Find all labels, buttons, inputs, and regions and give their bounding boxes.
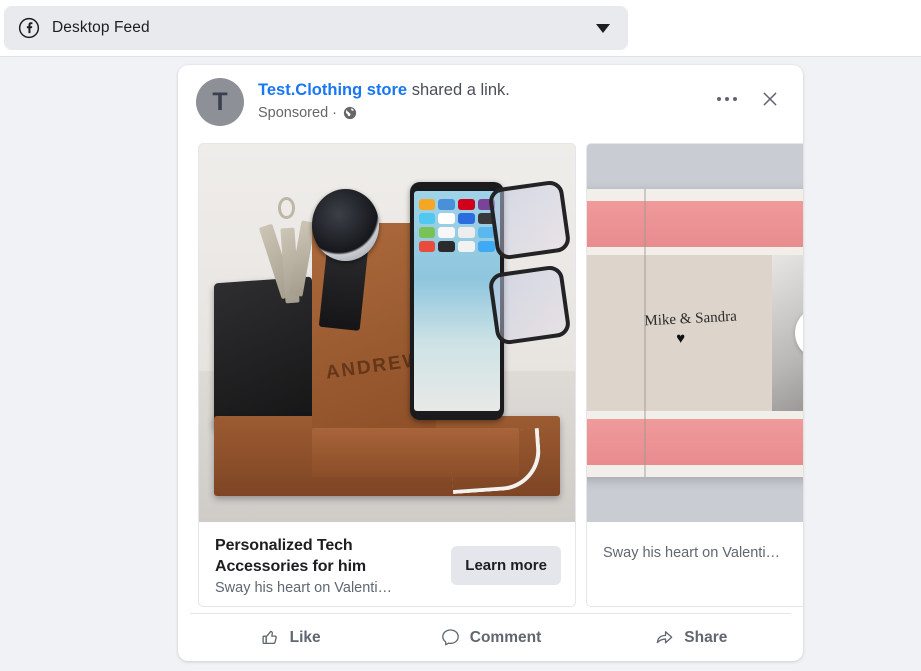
heart-icon: ♥: [676, 329, 686, 347]
facebook-logo-icon: [18, 17, 40, 39]
ellipsis-dot: [732, 96, 737, 102]
ad-headline-row: Test.Clothing store shared a link.: [258, 80, 713, 101]
placement-label: Desktop Feed: [52, 19, 150, 36]
like-button[interactable]: Like: [190, 619, 390, 657]
ellipsis-dot: [716, 96, 721, 102]
close-icon[interactable]: [759, 88, 781, 110]
glasses-object: [487, 178, 573, 367]
carousel-card-title: Personalized Tech Accessories for him: [215, 536, 367, 575]
carousel-track[interactable]: ANDREW Personalized Tech Accessories for…: [198, 143, 803, 607]
sponsored-label: Sponsored: [258, 105, 329, 121]
avatar[interactable]: T: [196, 78, 244, 126]
ad-preview-card: T Test.Clothing store shared a link. Spo…: [178, 65, 803, 661]
ad-header-actions: [713, 78, 790, 110]
product-image-photo-book[interactable]: Mike & Sandra ♥: [587, 144, 803, 522]
like-label: Like: [289, 628, 321, 646]
carousel-card[interactable]: Mike & Sandra ♥ Sway his heart on Valent…: [586, 143, 803, 607]
comment-label: Comment: [469, 628, 542, 646]
learn-more-button[interactable]: Learn more: [451, 545, 561, 585]
share-button[interactable]: Share: [591, 619, 791, 657]
comment-button[interactable]: Comment: [390, 619, 590, 657]
share-label: Share: [684, 628, 728, 646]
carousel-card-caption: Sway his heart on Valenti…: [587, 522, 803, 606]
page-name-link[interactable]: Test.Clothing store: [258, 81, 407, 99]
carousel-card-caption: Personalized Tech Accessories for him Sw…: [199, 522, 575, 606]
share-arrow-icon: [656, 631, 673, 644]
watch-object: [311, 189, 380, 262]
shared-a-link-text: shared a link.: [407, 81, 510, 99]
carousel-card[interactable]: ANDREW Personalized Tech Accessories for…: [198, 143, 576, 607]
ellipsis-dot: [724, 96, 729, 102]
phone-object: [409, 181, 504, 420]
placement-selector[interactable]: Desktop Feed: [4, 6, 628, 50]
chevron-down-icon[interactable]: [596, 23, 610, 33]
photo-book-names: Mike & Sandra: [643, 308, 737, 330]
carousel-card-description: Sway his heart on Valenti…: [603, 545, 781, 561]
product-image-docking-station[interactable]: ANDREW: [199, 144, 575, 522]
more-options-button[interactable]: [713, 93, 742, 106]
sponsored-row: Sponsored ·: [258, 105, 713, 121]
carousel-card-description: Sway his heart on Valenti…: [215, 579, 393, 596]
keys-object: [258, 196, 316, 318]
separator-dot: ·: [332, 105, 337, 121]
thumbs-up-icon: [262, 630, 277, 645]
ad-header-text: Test.Clothing store shared a link. Spons…: [258, 78, 713, 121]
ad-actions-footer: Like Comment Share: [190, 613, 791, 661]
ad-header: T Test.Clothing store shared a link. Spo…: [178, 65, 803, 143]
comment-bubble-icon: [441, 629, 459, 646]
globe-icon: [343, 106, 357, 120]
carousel: ANDREW Personalized Tech Accessories for…: [178, 143, 803, 613]
